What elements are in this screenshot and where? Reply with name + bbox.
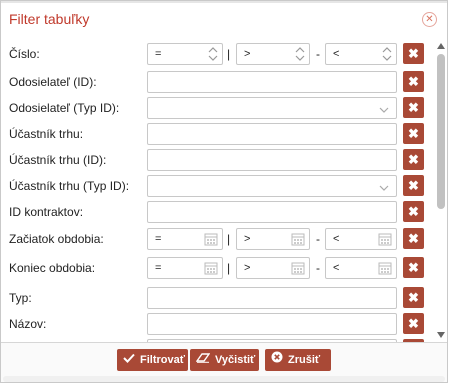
- separator-bar: |: [227, 47, 231, 61]
- separator-dash: -: [316, 47, 320, 61]
- cislo-eq-spinner[interactable]: =: [147, 43, 223, 65]
- spinner-arrows-icon[interactable]: [295, 46, 305, 62]
- row-ucastnik-id: Účastník trhu (ID): ✖: [1, 148, 433, 172]
- calendar-icon[interactable]: [204, 232, 218, 249]
- row-id-kontraktov: ID kontraktov: ✖: [1, 200, 433, 224]
- label-odosielatel-id: Odosielateľ (ID):: [9, 75, 97, 89]
- eraser-icon: [195, 349, 211, 371]
- op-gt: >: [244, 233, 251, 245]
- separator-bar: |: [227, 261, 231, 275]
- filter-form: Číslo: = | > - < ✖ Odosielateľ (ID): ✖ O…: [1, 34, 433, 342]
- filter-button[interactable]: Filtrovať: [117, 349, 188, 371]
- calendar-icon[interactable]: [378, 232, 392, 249]
- row-odosielatel-id: Odosielateľ (ID): ✖: [1, 70, 433, 94]
- koniec-gt-date[interactable]: >: [236, 257, 310, 279]
- horizontal-scroll-thumb[interactable]: [3, 376, 445, 382]
- op-eq: =: [155, 233, 162, 245]
- dialog-titlebar: Filter tabuľky ✕: [1, 3, 447, 34]
- odosielatel-id-input[interactable]: [147, 71, 397, 93]
- row-typ: Typ: ✖: [1, 286, 433, 310]
- row-odosielatel-typ: Odosielateľ (Typ ID): ✖: [1, 96, 433, 120]
- row-nazov: Názov: ✖: [1, 312, 433, 336]
- clear-nazov-button[interactable]: ✖: [403, 313, 424, 334]
- row-ucastnik-typ: Účastník trhu (Typ ID): ✖: [1, 174, 433, 198]
- check-icon: [123, 349, 135, 371]
- calendar-icon[interactable]: [291, 232, 305, 249]
- zaciatok-eq-date[interactable]: =: [147, 228, 223, 250]
- ucastnik-id-input[interactable]: [147, 149, 397, 171]
- label-ucastnik-typ: Účastník trhu (Typ ID):: [9, 179, 130, 193]
- horizontal-scrollbar[interactable]: [3, 375, 445, 382]
- zaciatok-gt-date[interactable]: >: [236, 228, 310, 250]
- dialog-title: Filter tabuľky: [9, 11, 90, 27]
- cislo-lt-spinner[interactable]: <: [325, 43, 397, 65]
- calendar-icon[interactable]: [204, 261, 218, 278]
- clear-ucastnik-typ-button[interactable]: ✖: [403, 175, 424, 196]
- cancel-circle-icon: [271, 349, 283, 371]
- label-ucastnik: Účastník trhu:: [9, 127, 84, 141]
- label-odosielatel-typ: Odosielateľ (Typ ID):: [9, 101, 120, 115]
- op-lt: <: [333, 48, 340, 60]
- zaciatok-lt-date[interactable]: <: [325, 228, 397, 250]
- separator-bar: |: [227, 232, 231, 246]
- op-eq: =: [155, 262, 162, 274]
- cislo-gt-spinner[interactable]: >: [236, 43, 310, 65]
- label-typ: Typ:: [9, 291, 32, 305]
- op-lt: <: [333, 233, 340, 245]
- odosielatel-typ-select[interactable]: [147, 97, 397, 119]
- clear-zaciatok-button[interactable]: ✖: [403, 228, 424, 249]
- filter-button-label: Filtrovať: [140, 354, 185, 367]
- spinner-arrows-icon[interactable]: [382, 46, 392, 62]
- typ-input[interactable]: [147, 287, 397, 309]
- row-ucastnik: Účastník trhu: ✖: [1, 122, 433, 146]
- ucastnik-input[interactable]: [147, 123, 397, 145]
- clear-button-label: Vyčistiť: [215, 354, 256, 367]
- koniec-eq-date[interactable]: =: [147, 257, 223, 279]
- scroll-down-arrow-icon[interactable]: [437, 332, 445, 338]
- cancel-button-label: Zrušiť: [288, 354, 321, 367]
- scroll-thumb[interactable]: [437, 54, 445, 209]
- dialog-footer: Filtrovať Vyčistiť Zrušiť: [1, 342, 447, 382]
- clear-typ-button[interactable]: ✖: [403, 287, 424, 308]
- filter-dialog: Filter tabuľky ✕ Číslo: = | > - < ✖ Odos…: [0, 0, 448, 383]
- row-koniec: Koniec obdobia: = | > - < ✖: [1, 256, 433, 280]
- clear-ucastnik-button[interactable]: ✖: [403, 123, 424, 144]
- koniec-lt-date[interactable]: <: [325, 257, 397, 279]
- chevron-down-icon[interactable]: [379, 181, 389, 195]
- calendar-icon[interactable]: [378, 261, 392, 278]
- separator-dash: -: [316, 261, 320, 275]
- chevron-down-icon[interactable]: [379, 103, 389, 117]
- clear-id-kontraktov-button[interactable]: ✖: [403, 201, 424, 222]
- scroll-up-arrow-icon[interactable]: [437, 43, 445, 49]
- row-cislo: Číslo: = | > - < ✖: [1, 42, 433, 66]
- ucastnik-typ-select[interactable]: [147, 175, 397, 197]
- row-zaciatok: Začiatok obdobia: = | > - < ✖: [1, 227, 433, 251]
- calendar-icon[interactable]: [291, 261, 305, 278]
- op-gt: >: [244, 48, 251, 60]
- close-icon[interactable]: ✕: [422, 12, 437, 27]
- label-nazov: Názov:: [9, 317, 47, 331]
- spinner-arrows-icon[interactable]: [208, 46, 218, 62]
- cancel-button[interactable]: Zrušiť: [265, 349, 331, 371]
- vertical-scrollbar[interactable]: [434, 37, 447, 342]
- clear-cislo-button[interactable]: ✖: [403, 43, 424, 64]
- separator-dash: -: [316, 232, 320, 246]
- clear-button[interactable]: Vyčistiť: [190, 349, 259, 371]
- clear-odosielatel-id-button[interactable]: ✖: [403, 71, 424, 92]
- op-lt: <: [333, 262, 340, 274]
- clear-koniec-button[interactable]: ✖: [403, 257, 424, 278]
- label-cislo: Číslo:: [9, 47, 40, 61]
- nazov-input[interactable]: [147, 313, 397, 335]
- label-koniec: Koniec obdobia:: [9, 261, 96, 275]
- label-ucastnik-id: Účastník trhu (ID):: [9, 153, 107, 167]
- label-id-kontraktov: ID kontraktov:: [9, 205, 84, 219]
- op-eq: =: [155, 48, 162, 60]
- id-kontraktov-input[interactable]: [147, 201, 397, 223]
- clear-odosielatel-typ-button[interactable]: ✖: [403, 97, 424, 118]
- label-zaciatok: Začiatok obdobia:: [9, 232, 104, 246]
- op-gt: >: [244, 262, 251, 274]
- clear-ucastnik-id-button[interactable]: ✖: [403, 149, 424, 170]
